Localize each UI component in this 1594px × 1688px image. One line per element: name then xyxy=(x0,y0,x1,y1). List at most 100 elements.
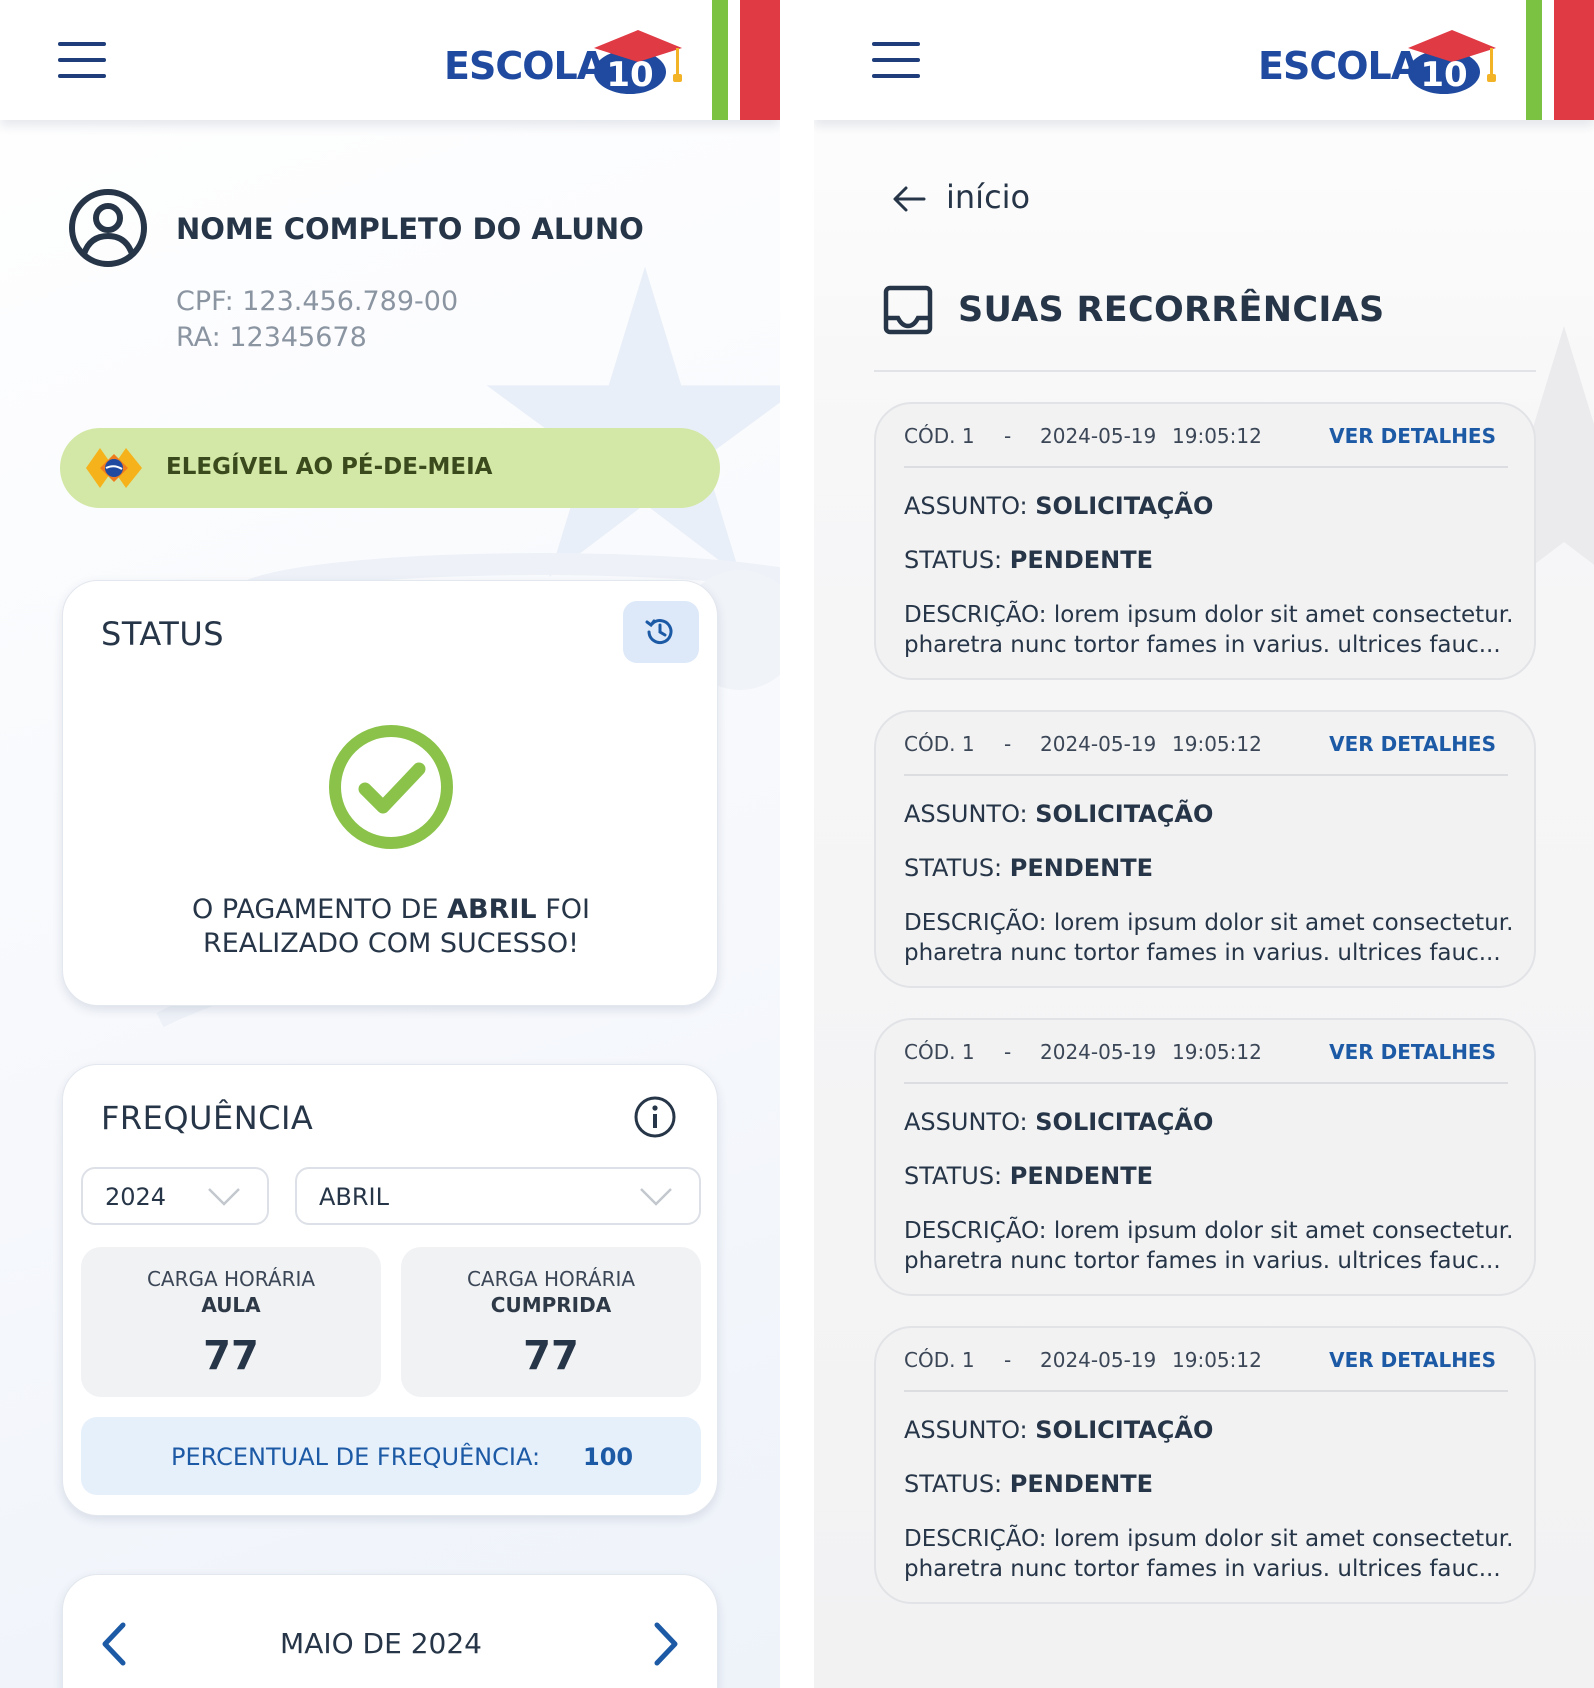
recurrence-description: DESCRIÇÃO: lorem ipsum dolor sit amet co… xyxy=(904,602,1514,658)
carga-aula-value: 77 xyxy=(203,1333,259,1379)
carga-cumprida-sublabel: CUMPRIDA xyxy=(490,1293,612,1317)
status-label: STATUS: xyxy=(904,1470,1010,1498)
recurrence-time: 19:05:12 xyxy=(1172,424,1262,448)
back-label: início xyxy=(946,178,1031,216)
student-dashboard-screen: ESCOLA 10 NOME COMPLETO DO ALUNO CPF: 12… xyxy=(0,0,780,1688)
user-avatar-icon xyxy=(69,189,147,267)
recurrence-code: CÓD. 1 xyxy=(904,1348,975,1372)
student-cpf: CPF: 123.456.789-00 xyxy=(176,286,459,317)
recurrence-date: 2024-05-19 xyxy=(1040,732,1157,756)
carga-aula-label: CARGA HORÁRIA xyxy=(146,1267,316,1291)
history-icon xyxy=(645,619,673,645)
frequency-card: FREQUÊNCIA 2024 ABRIL CARGA HORÁRIA AULA… xyxy=(62,1064,718,1516)
recurrence-card: CÓD. 1 - 2024-05-19 19:05:12 VER DETALHE… xyxy=(874,1326,1536,1604)
percent-value: 100 xyxy=(583,1443,634,1471)
graduation-cap-logo-icon: 10 xyxy=(1408,30,1496,95)
payment-month: ABRIL xyxy=(447,894,537,925)
info-icon[interactable] xyxy=(633,1095,677,1139)
frequency-percentage: PERCENTUAL DE FREQUÊNCIA: 100 xyxy=(81,1417,701,1495)
recurrence-card: CÓD. 1 - 2024-05-19 19:05:12 VER DETALHE… xyxy=(874,402,1536,680)
recurrence-card: CÓD. 1 - 2024-05-19 19:05:12 VER DETALHE… xyxy=(874,710,1536,988)
flag-white-stripe xyxy=(728,0,740,120)
hamburger-menu-icon[interactable] xyxy=(872,42,920,80)
recurrence-code: CÓD. 1 xyxy=(904,424,975,448)
logo-number: 10 xyxy=(1420,55,1467,95)
recurrence-description: DESCRIÇÃO: lorem ipsum dolor sit amet co… xyxy=(904,1218,1514,1274)
recurrence-subject: ASSUNTO: SOLICITAÇÃO xyxy=(904,492,1213,520)
status-value: PENDENTE xyxy=(1009,1162,1154,1190)
card-divider xyxy=(904,1082,1508,1084)
flag-red-stripe xyxy=(1554,0,1594,120)
recurrence-separator: - xyxy=(1004,424,1012,448)
recurrence-status: STATUS: PENDENTE xyxy=(904,546,1153,574)
recurrence-status: STATUS: PENDENTE xyxy=(904,1162,1153,1190)
recurrence-description: DESCRIÇÃO: lorem ipsum dolor sit amet co… xyxy=(904,1526,1514,1582)
success-check-icon xyxy=(329,725,453,849)
subject-value: SOLICITAÇÃO xyxy=(1035,1108,1214,1136)
carga-horaria-cumprida: CARGA HORÁRIA CUMPRIDA 77 xyxy=(401,1247,701,1397)
recurrence-subject: ASSUNTO: SOLICITAÇÃO xyxy=(904,1108,1213,1136)
chevron-down-icon xyxy=(208,1188,240,1206)
view-details-link[interactable]: VER DETALHES xyxy=(1329,1040,1496,1064)
student-ra: RA: 12345678 xyxy=(176,322,367,353)
star-watermark xyxy=(486,266,780,577)
subject-label: ASSUNTO: xyxy=(904,800,1036,828)
recurrence-code: CÓD. 1 xyxy=(904,732,975,756)
recurrence-separator: - xyxy=(1004,1348,1012,1372)
history-button[interactable] xyxy=(623,601,699,663)
subject-value: SOLICITAÇÃO xyxy=(1035,1416,1214,1444)
percent-label: PERCENTUAL DE FREQUÊNCIA: xyxy=(171,1443,541,1471)
app-header: ESCOLA 10 xyxy=(0,0,780,120)
recurrence-time: 19:05:12 xyxy=(1172,1040,1262,1064)
status-label: STATUS: xyxy=(904,854,1010,882)
recurrence-code: CÓD. 1 xyxy=(904,1040,975,1064)
escola10-logo: ESCOLA 10 xyxy=(1258,26,1498,96)
status-label: STATUS: xyxy=(904,546,1010,574)
status-value: PENDENTE xyxy=(1009,854,1154,882)
status-value: PENDENTE xyxy=(1009,1470,1154,1498)
logo-text: ESCOLA xyxy=(1258,44,1420,88)
carga-aula-sublabel: AULA xyxy=(201,1293,261,1317)
recurrences-screen: ESCOLA 10 início SUAS RECORRÊNCIAS CÓD. … xyxy=(814,0,1594,1688)
eligibility-label: ELEGÍVEL AO PÉ-DE-MEIA xyxy=(166,454,493,480)
student-name: NOME COMPLETO DO ALUNO xyxy=(176,212,644,246)
year-select[interactable]: 2024 xyxy=(81,1167,269,1225)
recurrence-separator: - xyxy=(1004,732,1012,756)
hamburger-menu-icon[interactable] xyxy=(58,42,106,80)
month-select[interactable]: ABRIL xyxy=(295,1167,701,1225)
status-label: STATUS: xyxy=(904,1162,1010,1190)
status-value: PENDENTE xyxy=(1009,546,1154,574)
payment-message-prefix: O PAGAMENTO DE xyxy=(192,894,448,925)
carga-horaria-aula: CARGA HORÁRIA AULA 77 xyxy=(81,1247,381,1397)
logo-text: ESCOLA xyxy=(444,44,606,88)
view-details-link[interactable]: VER DETALHES xyxy=(1329,424,1496,448)
view-details-link[interactable]: VER DETALHES xyxy=(1329,732,1496,756)
flag-green-stripe xyxy=(1526,0,1542,120)
status-title: STATUS xyxy=(101,615,225,653)
flag-white-stripe xyxy=(1542,0,1554,120)
subject-label: ASSUNTO: xyxy=(904,1416,1036,1444)
status-card: STATUS O PAGAMENTO DE ABRIL FOI REALIZAD… xyxy=(62,580,718,1006)
chevron-right-icon[interactable] xyxy=(651,1621,681,1667)
flag-red-stripe xyxy=(740,0,780,120)
recurrence-status: STATUS: PENDENTE xyxy=(904,1470,1153,1498)
inbox-icon xyxy=(883,285,933,335)
subject-label: ASSUNTO: xyxy=(904,492,1036,520)
pe-de-meia-icon xyxy=(86,448,142,488)
recurrence-date: 2024-05-19 xyxy=(1040,1040,1157,1064)
recurrence-card: CÓD. 1 - 2024-05-19 19:05:12 VER DETALHE… xyxy=(874,1018,1536,1296)
month-select-value: ABRIL xyxy=(319,1183,390,1211)
calendar-card: MAIO DE 2024 xyxy=(62,1574,718,1688)
subject-value: SOLICITAÇÃO xyxy=(1035,800,1214,828)
year-select-value: 2024 xyxy=(105,1183,167,1211)
card-divider xyxy=(904,466,1508,468)
page-title: SUAS RECORRÊNCIAS xyxy=(958,290,1385,330)
view-details-link[interactable]: VER DETALHES xyxy=(1329,1348,1496,1372)
recurrence-subject: ASSUNTO: SOLICITAÇÃO xyxy=(904,1416,1213,1444)
calendar-month-label: MAIO DE 2024 xyxy=(280,1627,482,1660)
escola10-logo: ESCOLA 10 xyxy=(444,26,684,96)
subject-value: SOLICITAÇÃO xyxy=(1035,492,1214,520)
screens-divider xyxy=(780,0,814,1688)
recurrence-subject: ASSUNTO: SOLICITAÇÃO xyxy=(904,800,1213,828)
recurrence-description: DESCRIÇÃO: lorem ipsum dolor sit amet co… xyxy=(904,910,1514,966)
